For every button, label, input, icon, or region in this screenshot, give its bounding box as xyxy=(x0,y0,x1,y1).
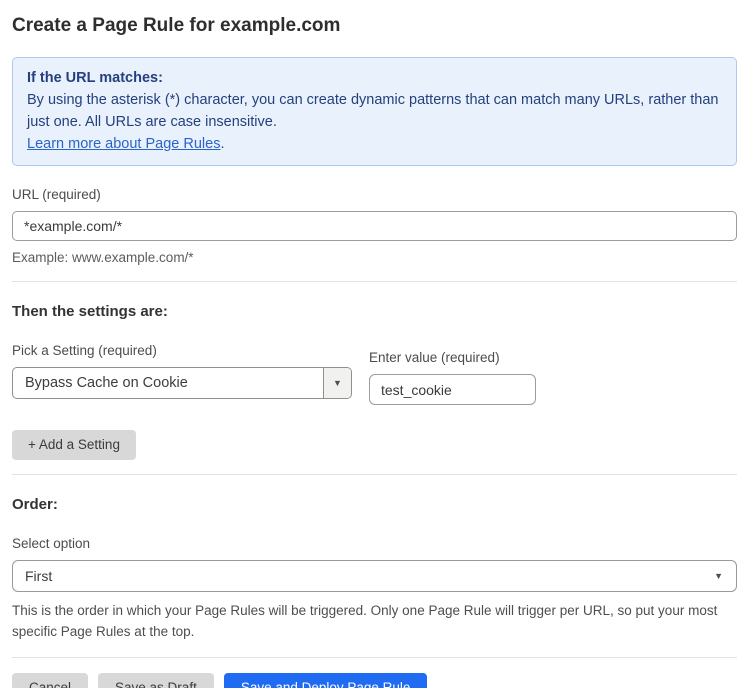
chevron-down-icon: ▼ xyxy=(333,379,342,388)
section-divider xyxy=(12,474,737,475)
chevron-down-icon: ▼ xyxy=(714,572,723,581)
settings-section-heading: Then the settings are: xyxy=(12,303,737,321)
info-callout-link-line: Learn more about Page Rules. xyxy=(27,133,722,155)
setting-value-group: Enter value (required) xyxy=(369,343,536,405)
order-select[interactable]: First ▼ xyxy=(12,560,737,592)
setting-row: Pick a Setting (required) Bypass Cache o… xyxy=(12,343,737,405)
setting-select-value: Bypass Cache on Cookie xyxy=(13,368,323,398)
save-as-draft-button[interactable]: Save as Draft xyxy=(98,673,214,688)
learn-more-page-rules-link[interactable]: Learn more about Page Rules xyxy=(27,136,220,152)
setting-value-input[interactable] xyxy=(369,374,536,405)
cancel-button[interactable]: Cancel xyxy=(12,673,88,688)
footer-action-bar: Cancel Save as Draft Save and Deploy Pag… xyxy=(12,657,737,688)
setting-select-group: Pick a Setting (required) Bypass Cache o… xyxy=(12,343,352,399)
order-select-value: First xyxy=(25,568,52,584)
section-divider xyxy=(12,281,737,282)
url-match-info-callout: If the URL matches: By using the asteris… xyxy=(12,57,737,166)
save-and-deploy-button[interactable]: Save and Deploy Page Rule xyxy=(224,673,428,688)
url-example-help-text: Example: www.example.com/* xyxy=(12,248,737,267)
order-section-heading: Order: xyxy=(12,496,737,514)
info-callout-body: By using the asterisk (*) character, you… xyxy=(27,89,722,133)
link-period: . xyxy=(220,136,224,152)
setting-value-label: Enter value (required) xyxy=(369,350,536,366)
create-page-rule-form: Create a Page Rule for example.com If th… xyxy=(0,0,750,688)
add-setting-button[interactable]: + Add a Setting xyxy=(12,430,136,460)
order-select-label: Select option xyxy=(12,536,737,552)
url-input[interactable] xyxy=(12,211,737,241)
url-field-group: URL (required) Example: www.example.com/… xyxy=(12,187,737,267)
setting-select[interactable]: Bypass Cache on Cookie ▼ xyxy=(12,367,352,399)
url-field-label: URL (required) xyxy=(12,187,737,203)
order-help-text: This is the order in which your Page Rul… xyxy=(12,600,732,642)
setting-select-label: Pick a Setting (required) xyxy=(12,343,352,359)
setting-select-arrow-button[interactable]: ▼ xyxy=(323,368,351,398)
info-callout-heading: If the URL matches: xyxy=(27,67,722,89)
page-title: Create a Page Rule for example.com xyxy=(12,14,737,38)
